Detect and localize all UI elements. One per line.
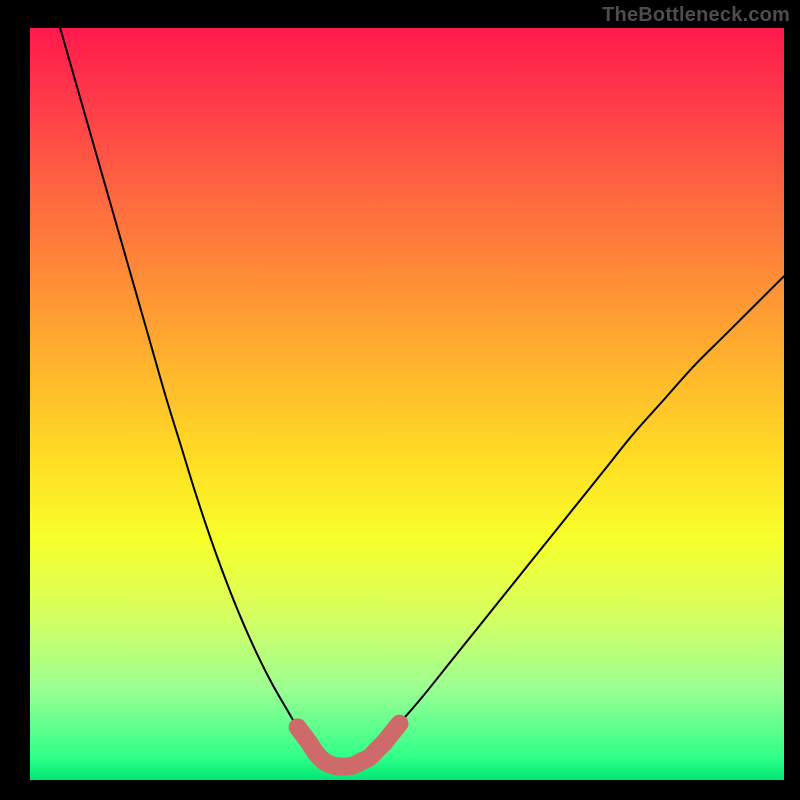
- optimal-region-highlight: [298, 724, 400, 767]
- bottleneck-curve: [60, 28, 784, 767]
- curve-overlay: [0, 0, 800, 800]
- chart-frame: TheBottleneck.com: [0, 0, 800, 800]
